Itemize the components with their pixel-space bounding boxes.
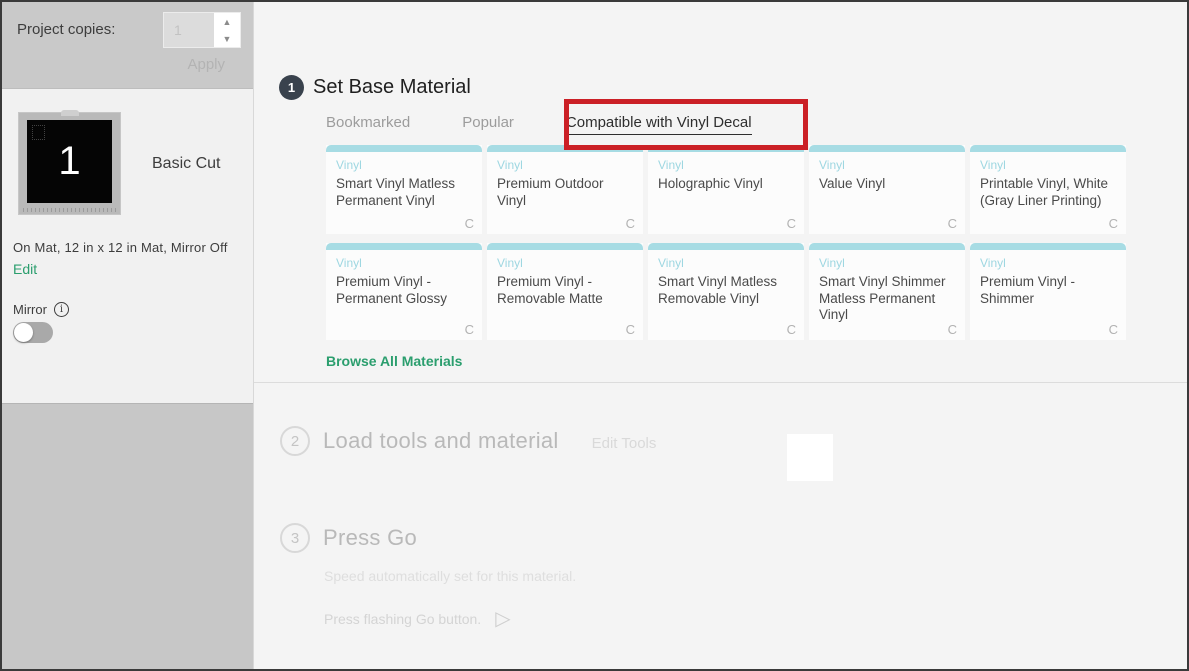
material-card[interactable]: Vinyl Smart Vinyl Matless Removable Viny…: [648, 243, 804, 340]
project-copies-panel: Project copies: 1 ▲ ▼ Apply: [2, 2, 253, 89]
card-accent-bar: [487, 243, 643, 250]
cricut-logo-mark: [32, 125, 45, 140]
step2-header: 2 Load tools and material Edit Tools: [280, 426, 656, 456]
step2-title: Load tools and material: [323, 428, 559, 454]
cricut-c-icon: C: [948, 322, 957, 337]
step3-title: Press Go: [323, 525, 417, 551]
go-play-icon: ▷: [495, 609, 510, 629]
step3-badge: 3: [280, 523, 310, 553]
material-category: Vinyl: [819, 158, 955, 172]
material-category: Vinyl: [980, 256, 1116, 270]
card-accent-bar: [809, 145, 965, 152]
mirror-row: Mirror i: [13, 302, 69, 317]
cricut-c-icon: C: [626, 216, 635, 231]
material-card[interactable]: Vinyl Value Vinyl C: [809, 145, 965, 234]
mat-ruler-ticks: [23, 208, 116, 212]
cricut-c-icon: C: [1109, 322, 1118, 337]
material-category: Vinyl: [658, 256, 794, 270]
step1-header: 1 Set Base Material: [279, 75, 471, 100]
card-accent-bar: [970, 145, 1126, 152]
project-copies-label: Project copies:: [17, 21, 115, 38]
annotation-white-box: [787, 434, 833, 481]
material-card[interactable]: Vinyl Holographic Vinyl C: [648, 145, 804, 234]
cut-type-label: Basic Cut: [152, 155, 220, 173]
material-card[interactable]: Vinyl Premium Outdoor Vinyl C: [487, 145, 643, 234]
materials-grid: Vinyl Smart Vinyl Matless Permanent Viny…: [326, 145, 1127, 340]
material-category: Vinyl: [658, 158, 794, 172]
material-card[interactable]: Vinyl Premium Vinyl - Removable Matte C: [487, 243, 643, 340]
mat-thumbnail[interactable]: 1: [19, 113, 120, 214]
cricut-c-icon: C: [626, 322, 635, 337]
quantity-stepper: ▲ ▼: [214, 13, 240, 47]
material-card[interactable]: Vinyl Smart Vinyl Shimmer Matless Perman…: [809, 243, 965, 340]
material-card[interactable]: Vinyl Smart Vinyl Matless Permanent Viny…: [326, 145, 482, 234]
material-category: Vinyl: [980, 158, 1116, 172]
cricut-c-icon: C: [787, 322, 796, 337]
press-note: Press flashing Go button.: [324, 611, 481, 627]
mat-summary: On Mat, 12 in x 12 in Mat, Mirror Off: [13, 240, 247, 255]
edit-link[interactable]: Edit: [13, 261, 37, 277]
material-category: Vinyl: [497, 256, 633, 270]
material-card[interactable]: Vinyl Premium Vinyl - Permanent Glossy C: [326, 243, 482, 340]
tab-popular[interactable]: Popular: [462, 114, 514, 135]
cricut-c-icon: C: [465, 216, 474, 231]
material-card[interactable]: Vinyl Premium Vinyl - Shimmer C: [970, 243, 1126, 340]
card-accent-bar: [809, 243, 965, 250]
edit-tools-link[interactable]: Edit Tools: [592, 435, 657, 452]
card-accent-bar: [648, 243, 804, 250]
make-it-screen: Project copies: 1 ▲ ▼ Apply 1 Basic Cut …: [0, 0, 1189, 671]
press-go-row: Press flashing Go button. ▷: [324, 609, 511, 629]
sidebar: Project copies: 1 ▲ ▼ Apply 1 Basic Cut …: [2, 2, 254, 669]
mat-number: 1: [58, 139, 80, 184]
step2-badge: 2: [280, 426, 310, 456]
material-category: Vinyl: [819, 256, 955, 270]
apply-button[interactable]: Apply: [181, 55, 231, 74]
project-copies-input[interactable]: 1 ▲ ▼: [163, 12, 241, 48]
step3-header: 3 Press Go: [280, 523, 417, 553]
mirror-toggle-knob: [14, 323, 33, 342]
card-accent-bar: [326, 243, 482, 250]
cricut-c-icon: C: [948, 216, 957, 231]
card-accent-bar: [326, 145, 482, 152]
material-category: Vinyl: [497, 158, 633, 172]
browse-all-materials-link[interactable]: Browse All Materials: [326, 353, 462, 369]
speed-note: Speed automatically set for this materia…: [324, 568, 576, 584]
project-copies-value[interactable]: 1: [164, 13, 214, 47]
material-name: Smart Vinyl Matless Permanent Vinyl: [336, 176, 472, 209]
material-card[interactable]: Vinyl Printable Vinyl, White (Gray Liner…: [970, 145, 1126, 234]
mirror-toggle[interactable]: [13, 322, 53, 343]
material-name: Premium Outdoor Vinyl: [497, 176, 633, 209]
info-icon[interactable]: i: [54, 302, 69, 317]
spinner-up-icon[interactable]: ▲: [214, 13, 240, 30]
cricut-c-icon: C: [1109, 216, 1118, 231]
step1-title: Set Base Material: [313, 76, 471, 99]
cricut-c-icon: C: [465, 322, 474, 337]
material-name: Holographic Vinyl: [658, 176, 794, 193]
card-accent-bar: [970, 243, 1126, 250]
sidebar-footer: [2, 403, 253, 669]
material-name: Printable Vinyl, White (Gray Liner Print…: [980, 176, 1116, 209]
material-name: Smart Vinyl Shimmer Matless Permanent Vi…: [819, 274, 955, 324]
mat-material-area: 1: [27, 120, 112, 203]
material-name: Premium Vinyl - Permanent Glossy: [336, 274, 472, 307]
section-divider: [254, 382, 1187, 383]
material-name: Premium Vinyl - Removable Matte: [497, 274, 633, 307]
spinner-down-icon[interactable]: ▼: [214, 30, 240, 47]
material-category: Vinyl: [336, 256, 472, 270]
material-name: Premium Vinyl - Shimmer: [980, 274, 1116, 307]
step1-badge: 1: [279, 75, 304, 100]
material-name: Smart Vinyl Matless Removable Vinyl: [658, 274, 794, 307]
material-name: Value Vinyl: [819, 176, 955, 193]
mirror-label: Mirror: [13, 302, 47, 317]
material-category: Vinyl: [336, 158, 472, 172]
tab-bookmarked[interactable]: Bookmarked: [326, 114, 410, 135]
annotation-red-box: [564, 99, 808, 150]
cricut-c-icon: C: [787, 216, 796, 231]
